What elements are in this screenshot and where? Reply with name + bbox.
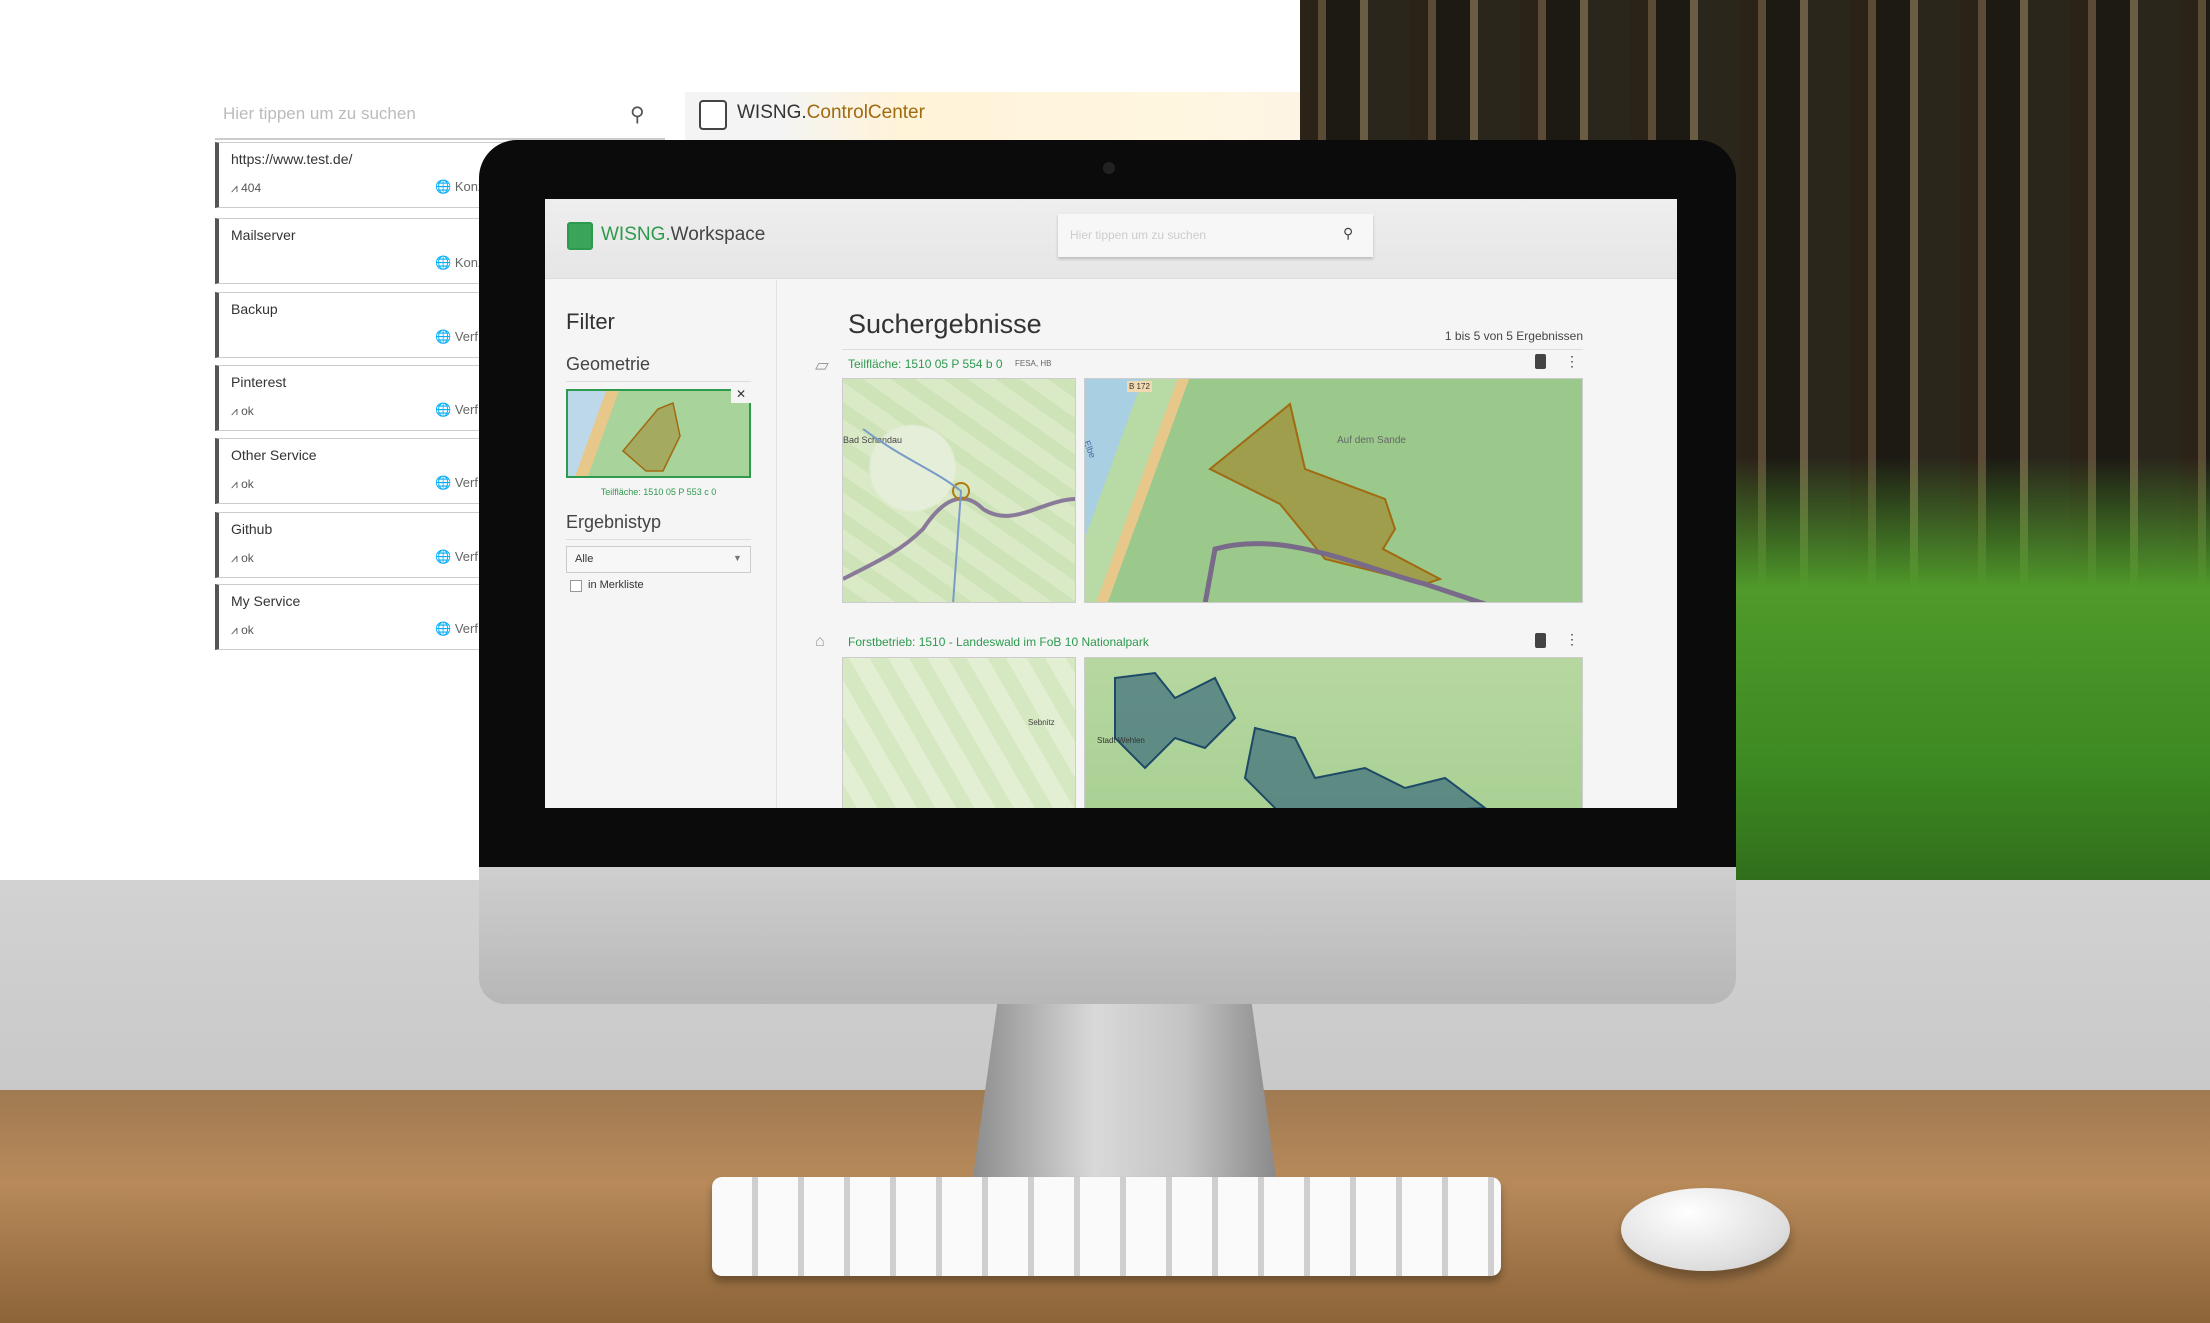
map-label: Stadt Wehlen	[1097, 736, 1145, 745]
forest-area-polygon	[1114, 671, 1487, 808]
service-card[interactable]: https://www.test.de/ ⩘ 404 🌐 Konz	[215, 142, 515, 208]
monitor-chin	[479, 867, 1736, 1004]
service-card[interactable]: Github ⩘ ok 🌐 Verf	[215, 512, 515, 578]
geometry-label: Geometrie	[566, 354, 651, 374]
service-title: Pinterest	[231, 374, 287, 390]
more-options-icon[interactable]: ⋮	[1565, 353, 1579, 370]
controlcenter-header: WISNG.ControlCenter	[685, 92, 1300, 140]
house-icon: ⌂	[815, 633, 825, 650]
parcel-icon: ▱	[815, 355, 829, 375]
results-title: Suchergebnisse	[848, 309, 1042, 339]
left-search-input[interactable]: Hier tippen um zu suchen ⚲	[215, 92, 665, 140]
globe-icon-meta: 🌐 Konz	[435, 255, 485, 270]
overview-map[interactable]: Sebnitz	[842, 657, 1076, 808]
map-roads	[843, 428, 1075, 602]
service-card[interactable]: My Service ⩘ ok 🌐 Verf	[215, 584, 515, 650]
keyboard	[712, 1177, 1501, 1276]
status: ⩘ ok	[231, 477, 254, 491]
pulse-icon: ⩘	[231, 404, 242, 418]
pulse-icon: ⩘	[231, 181, 242, 195]
detail-map[interactable]: Stadt Wehlen	[1084, 657, 1583, 808]
search-icon[interactable]: ⚲	[630, 102, 645, 127]
status: ⩘ ok	[231, 551, 254, 565]
result-title-link[interactable]: Forstbetrieb: 1510 - Landeswald im FoB 1…	[848, 635, 1149, 649]
overview-map[interactable]: Bad Schandau	[842, 378, 1076, 603]
service-card[interactable]: Other Service ⩘ ok 🌐 Verf	[215, 438, 515, 504]
divider	[842, 349, 1583, 350]
service-title: Other Service	[231, 447, 317, 463]
service-card[interactable]: Pinterest ⩘ ok 🌐 Verf	[215, 365, 515, 431]
pulse-icon: ⩘	[231, 477, 242, 491]
divider	[566, 539, 751, 540]
workspace-logo-icon	[567, 222, 593, 250]
result-tags: FESA, HB	[1015, 359, 1052, 368]
globe-icon-meta: 🌐 Verf	[435, 329, 478, 344]
globe-icon-meta: 🌐 Verf	[435, 549, 478, 564]
camera	[1103, 162, 1115, 174]
remove-geometry-close-icon[interactable]: ✕	[731, 387, 751, 403]
status: ⩘ ok	[231, 623, 254, 637]
workspace-screen: WISNG.Workspace Hier tippen um zu suchen…	[545, 199, 1677, 808]
filter-title: Filter	[566, 309, 615, 334]
service-title: https://www.test.de/	[231, 151, 353, 167]
search-placeholder: Hier tippen um zu suchen	[1070, 228, 1207, 242]
parcel-polygon	[1202, 402, 1486, 602]
detail-map[interactable]: B 172 Auf dem Sande Elbe	[1084, 378, 1583, 603]
geometry-polygon	[621, 401, 681, 472]
status: ⩘ 404	[231, 181, 262, 195]
service-card[interactable]: Mailserver 🌐 Konz	[215, 218, 515, 284]
select-value: Alle	[575, 553, 594, 565]
service-title: My Service	[231, 593, 301, 609]
bookmark-icon[interactable]	[1535, 354, 1546, 369]
more-options-icon[interactable]: ⋮	[1565, 631, 1579, 648]
globe-icon-meta: 🌐 Verf	[435, 621, 478, 636]
geometry-thumbnail[interactable]	[566, 389, 751, 478]
pulse-icon: ⩘	[231, 623, 242, 637]
result-type-select[interactable]: Alle ▼	[566, 546, 751, 573]
service-title: Mailserver	[231, 227, 296, 243]
map-label: Sebnitz	[1028, 718, 1055, 727]
results-count: 1 bis 5 von 5 Ergebnissen	[1444, 329, 1583, 343]
geometry-caption: Teilfläche: 1510 05 P 553 c 0	[600, 487, 717, 497]
search-placeholder: Hier tippen um zu suchen	[223, 104, 416, 123]
globe-icon-meta: 🌐 Konz	[435, 179, 485, 194]
mouse	[1621, 1188, 1790, 1271]
bookmark-checkbox[interactable]	[570, 580, 582, 592]
workspace-search-input[interactable]: Hier tippen um zu suchen ⚲	[1058, 214, 1373, 257]
globe-icon-meta: 🌐 Verf	[435, 402, 478, 417]
search-icon[interactable]: ⚲	[1343, 225, 1353, 242]
monitor-stand	[973, 1004, 1276, 1177]
bookmark-icon[interactable]	[1535, 633, 1546, 648]
pulse-icon: ⩘	[231, 551, 242, 565]
result-title-link[interactable]: Teilfläche: 1510 05 P 554 b 0	[848, 357, 1003, 371]
chevron-down-icon: ▼	[733, 553, 742, 563]
status: ⩘ ok	[231, 404, 254, 418]
divider	[566, 381, 751, 382]
service-title: Backup	[231, 301, 278, 317]
service-title: Github	[231, 521, 273, 537]
controlcenter-brand: WISNG.ControlCenter	[737, 102, 925, 123]
result-type-label: Ergebnistyp	[566, 512, 662, 532]
workspace-brand[interactable]: WISNG.Workspace	[601, 224, 765, 246]
controlcenter-logo-icon	[699, 100, 727, 130]
globe-icon-meta: 🌐 Verf	[435, 475, 478, 490]
bookmark-label: in Merkliste	[588, 579, 644, 591]
service-card[interactable]: Backup 🌐 Verf	[215, 292, 515, 358]
